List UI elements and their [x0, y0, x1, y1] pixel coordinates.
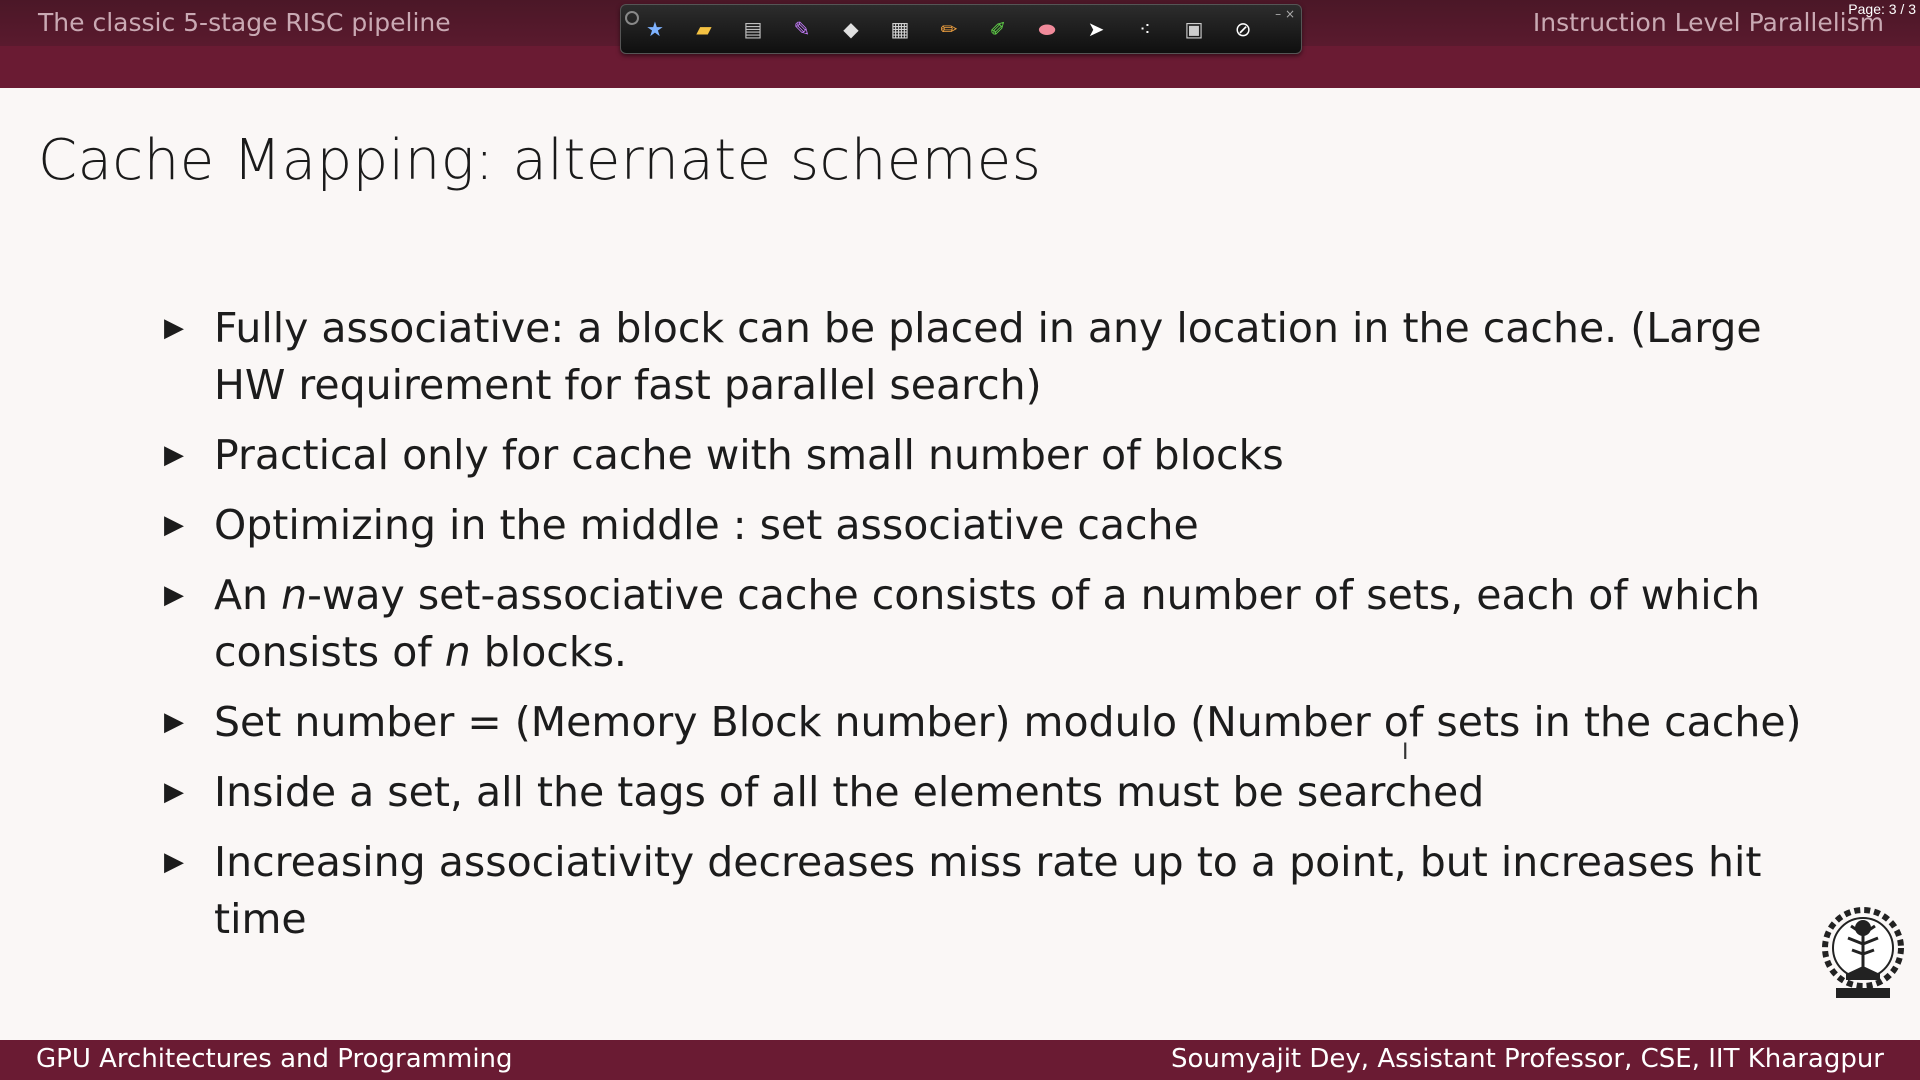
annotation-toolbar[interactable]: – × ★ ▰ ▤ ✎ ◆ ▦ ✏ ✐ ⬬ ➤ ⁖ ▣ ⊘ — [620, 4, 1302, 54]
new-slide-icon[interactable]: ★ — [641, 15, 669, 43]
bullet-text: Practical only for cache with small numb… — [214, 431, 1284, 479]
bullet-text-post: blocks. — [470, 628, 627, 676]
bullet-marker-icon: ▶ — [164, 580, 184, 610]
bullet-var-n: n — [444, 628, 471, 676]
bullet-marker-icon: ▶ — [164, 510, 184, 540]
eraser-page-icon[interactable]: ◆ — [837, 15, 865, 43]
text-cursor-icon: I — [1402, 740, 1409, 765]
toolbar-grip-icon[interactable] — [625, 11, 639, 25]
pencil-icon[interactable]: ✏ — [935, 15, 963, 43]
stop-icon[interactable]: ⊘ — [1229, 15, 1257, 43]
bullet-item: ▶ Practical only for cache with small num… — [164, 427, 1824, 484]
bullet-item: ▶ Fully associative: a block can be place… — [164, 300, 1824, 414]
bullet-marker-icon: ▶ — [164, 847, 184, 877]
header-topic-title: Instruction Level Parallelism — [1532, 8, 1884, 37]
bullet-text: Optimizing in the middle : set associati… — [214, 501, 1199, 549]
bullet-text: Set number = (Memory Block number) modul… — [214, 698, 1802, 746]
bullet-marker-icon: ▶ — [164, 777, 184, 807]
bullet-text: Increasing associativity decreases miss … — [214, 838, 1762, 943]
eraser-icon[interactable]: ⬬ — [1033, 15, 1061, 43]
open-folder-icon[interactable]: ▰ — [690, 15, 718, 43]
laser-dots-icon[interactable]: ⁖ — [1131, 15, 1159, 43]
pen-icon[interactable]: ✎ — [788, 15, 816, 43]
bullet-marker-icon: ▶ — [164, 313, 184, 343]
slide-footer: GPU Architectures and Programming Soumya… — [0, 1040, 1920, 1080]
toolbar-window-controls[interactable]: – × — [1275, 7, 1295, 21]
bullet-marker-icon: ▶ — [164, 440, 184, 470]
slide-title: Cache Mapping: alternate schemes — [38, 128, 1042, 193]
footer-author: Soumyajit Dey, Assistant Professor, CSE,… — [1170, 1044, 1884, 1074]
bullet-text: Fully associative: a block can be placed… — [214, 304, 1762, 409]
footer-course-title: GPU Architectures and Programming — [36, 1044, 513, 1074]
page-indicator: Page: 3 / 3 — [1848, 1, 1916, 17]
bullet-item: ▶ Increasing associativity decreases miss… — [164, 834, 1824, 948]
clear-screen-icon[interactable]: ▣ — [1180, 15, 1208, 43]
highlighter-icon[interactable]: ✐ — [984, 15, 1012, 43]
pointer-icon[interactable]: ➤ — [1082, 15, 1110, 43]
header-section-title: The classic 5-stage RISC pipeline — [38, 8, 451, 37]
bullet-marker-icon: ▶ — [164, 707, 184, 737]
bullet-list: ▶ Fully associative: a block can be place… — [164, 300, 1824, 961]
print-icon[interactable]: ▦ — [886, 15, 914, 43]
bullet-item: ▶ Inside a set, all the tags of all the e… — [164, 764, 1824, 821]
iit-kharagpur-logo — [1822, 907, 1904, 998]
bullet-item: ▶ Set number = (Memory Block number) modu… — [164, 694, 1824, 751]
bullet-item: ▶ Optimizing in the middle : set associat… — [164, 497, 1824, 554]
bullet-item: ▶ An n-way set-associative cache consists… — [164, 567, 1824, 681]
save-icon[interactable]: ▤ — [739, 15, 767, 43]
bullet-text: Inside a set, all the tags of all the el… — [214, 768, 1485, 816]
bullet-text-pre: An — [214, 571, 282, 619]
bullet-var-n: n — [281, 571, 308, 619]
